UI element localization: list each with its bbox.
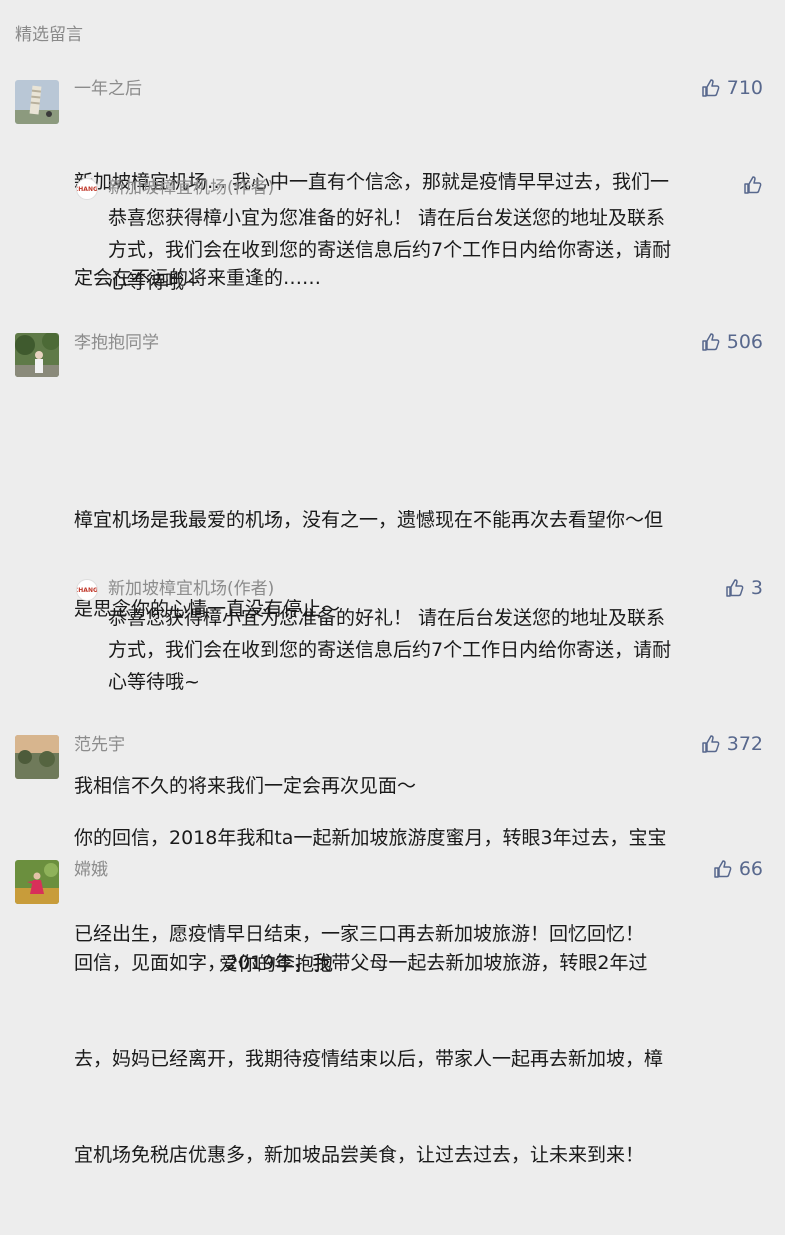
reply-line: 恭喜您获得樟小宜为您准备的好礼！ 请在后台发送您的地址及联系 [108, 607, 666, 629]
reply-like-button[interactable]: 3 [725, 576, 763, 600]
reply-author-name: 新加坡樟宜机场(作者) [108, 579, 275, 599]
comment-line: 樟宜机场是我最爱的机场，没有之一，遗憾现在不能再次去看望你～但 [74, 509, 664, 531]
nickname[interactable]: 李抱抱同学 [74, 332, 159, 354]
like-count: 3 [750, 577, 763, 599]
like-button[interactable]: 506 [701, 330, 763, 354]
like-count: 506 [726, 331, 763, 353]
like-count: 372 [726, 733, 763, 755]
like-button[interactable]: 710 [701, 76, 763, 100]
comment-line [74, 417, 764, 447]
author-logo: CHANGI [76, 178, 98, 200]
like-button[interactable]: 372 [701, 732, 763, 756]
reply-line: 心等待哦~ [108, 671, 200, 693]
comment-line: 回信，见面如字，2019年，我带父母一起去新加坡旅游，转眼2年过 [74, 952, 648, 974]
section-title: 精选留言 [15, 25, 83, 45]
avatar[interactable] [15, 860, 59, 904]
reply-content: 恭喜您获得樟小宜为您准备的好礼！ 请在后台发送您的地址及联系 方式，我们会在收到… [108, 202, 764, 298]
thumbs-up-icon [701, 79, 720, 97]
comment-line: 去，妈妈已经离开，我期待疫情结束以后，带家人一起再去新加坡，樟 [74, 1048, 664, 1070]
thumbs-up-icon [701, 333, 720, 351]
reply-author-name: 新加坡樟宜机场(作者) [108, 178, 275, 198]
thumbs-up-icon [701, 735, 720, 753]
like-count: 66 [738, 858, 763, 880]
avatar[interactable] [15, 333, 59, 377]
thumbs-up-icon [726, 579, 744, 597]
like-button[interactable]: 66 [713, 857, 763, 881]
comment-line: 你的回信，2018年我和ta一起新加坡旅游度蜜月，转眼3年过去，宝宝 [74, 827, 667, 849]
nickname[interactable]: 嫦娥 [74, 859, 108, 881]
nickname[interactable]: 一年之后 [74, 78, 142, 100]
thumbs-up-icon [714, 860, 732, 878]
comment-content: 回信，见面如字，2019年，我带父母一起去新加坡旅游，转眼2年过 去，妈妈已经离… [74, 883, 764, 1235]
reply-line: 恭喜您获得樟小宜为您准备的好礼！ 请在后台发送您的地址及联系 [108, 207, 666, 229]
comment-line: 宜机场免税店优惠多，新加坡品尝美食，让过去过去，让未来到来！ [74, 1144, 645, 1166]
nickname[interactable]: 范先宇 [74, 734, 125, 756]
reply-line: 方式，我们会在收到您的寄送信息后约7个工作日内给你寄送，请耐 [108, 239, 672, 261]
thumbs-up-icon [744, 176, 762, 194]
avatar[interactable] [15, 80, 59, 124]
reply-content: 恭喜您获得樟小宜为您准备的好礼！ 请在后台发送您的地址及联系 方式，我们会在收到… [108, 602, 764, 698]
reply-line: 心等待哦~ [108, 271, 200, 293]
author-logo: CHANGI [76, 579, 98, 601]
reply-like-button[interactable] [743, 175, 763, 195]
reply-line: 方式，我们会在收到您的寄送信息后约7个工作日内给你寄送，请耐 [108, 639, 672, 661]
avatar[interactable] [15, 735, 59, 779]
like-count: 710 [726, 77, 763, 99]
